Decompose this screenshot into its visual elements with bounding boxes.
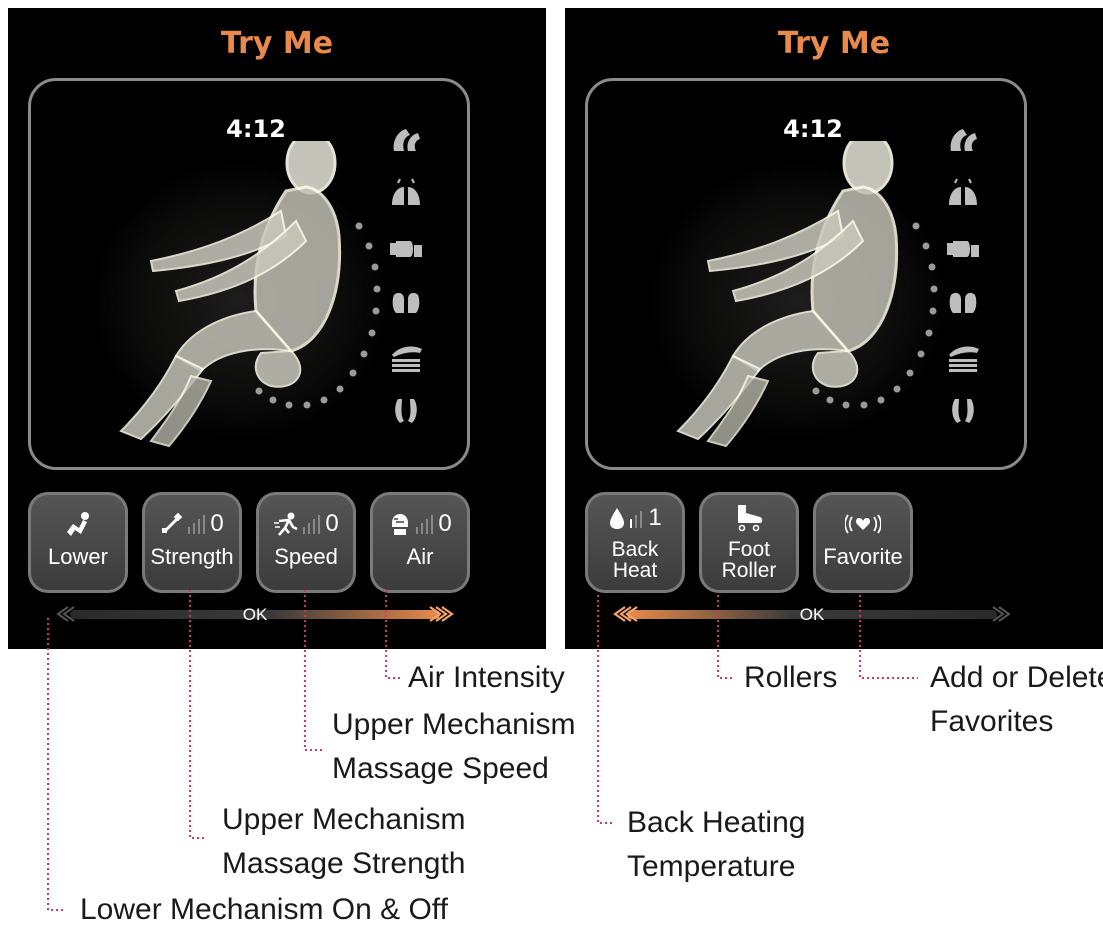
callout-leader-lines xyxy=(47,590,918,911)
callout-air-intensity: Air Intensity xyxy=(408,661,565,694)
callout-heat-line2: Temperature xyxy=(627,850,796,883)
callout-rollers: Rollers xyxy=(744,661,838,694)
callout-favorites-line1: Add or Delete xyxy=(930,661,1103,694)
callout-speed-line1: Upper Mechanism xyxy=(332,708,576,741)
callout-favorites-line2: Favorites xyxy=(930,705,1054,738)
callout-lower: Lower Mechanism On & Off xyxy=(80,893,448,926)
callout-speed-line2: Massage Speed xyxy=(332,752,549,785)
callout-strength-line2: Massage Strength xyxy=(222,847,466,880)
callout-strength-line1: Upper Mechanism xyxy=(222,803,466,836)
callout-heat-line1: Back Heating xyxy=(627,806,806,839)
